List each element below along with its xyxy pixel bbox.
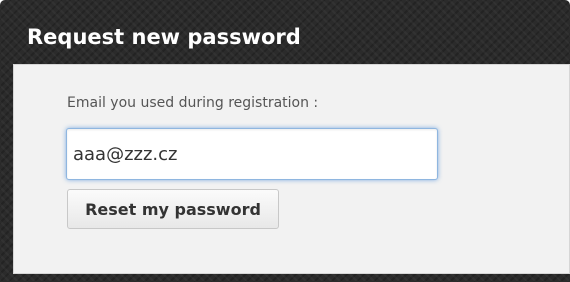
email-label: Email you used during registration : bbox=[67, 95, 319, 111]
reset-password-button[interactable]: Reset my password bbox=[67, 189, 279, 229]
dialog-body: Email you used during registration : Res… bbox=[13, 64, 570, 274]
email-input[interactable] bbox=[66, 128, 438, 180]
dialog-title: Request new password bbox=[27, 25, 301, 49]
request-password-dialog: Request new password Email you used duri… bbox=[0, 0, 570, 282]
